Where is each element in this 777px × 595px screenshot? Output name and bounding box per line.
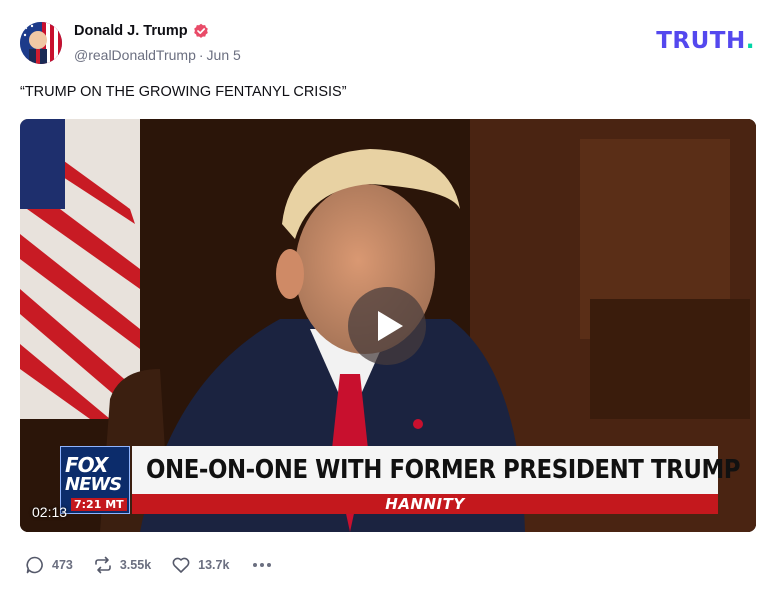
- retruth-arrows-icon: [95, 556, 111, 574]
- chyron-headline: ONE-ON-ONE WITH FORMER PRESIDENT TRUMP: [146, 455, 741, 485]
- network-sub: NEWS: [65, 474, 122, 495]
- more-dots-icon[interactable]: [253, 563, 272, 567]
- play-icon: [377, 311, 403, 341]
- meta-separator: ·: [198, 47, 204, 63]
- more-dot: [253, 563, 258, 567]
- reply-bubble-icon: [26, 556, 43, 574]
- avatar[interactable]: [20, 22, 62, 64]
- fox-news-logo: FOX NEWS 7:21 MT: [60, 446, 130, 514]
- truth-logo[interactable]: TRUTH.: [656, 28, 755, 54]
- post-date[interactable]: Jun 5: [207, 47, 241, 63]
- post-text: “TRUMP ON THE GROWING FENTANYL CRISIS”: [20, 84, 347, 100]
- reply-button[interactable]: 473: [25, 555, 73, 575]
- retruth-count: 3.55k: [119, 558, 152, 572]
- retruth-button[interactable]: 3.55k: [93, 555, 151, 575]
- truth-logo-word: TRUTH: [656, 28, 746, 54]
- author-name-row: Donald J. Trump: [74, 23, 209, 39]
- author-handle[interactable]: @realDonaldTrump: [74, 47, 196, 63]
- video-player[interactable]: FOX NEWS 7:21 MT ONE-ON-ONE WITH FORMER …: [20, 119, 756, 532]
- like-button[interactable]: 13.7k: [171, 555, 229, 575]
- more-dot: [267, 563, 272, 567]
- show-name: HANNITY: [385, 495, 465, 513]
- verified-badge-icon: [193, 23, 208, 38]
- news-lower-third: FOX NEWS 7:21 MT ONE-ON-ONE WITH FORMER …: [60, 446, 741, 514]
- truth-logo-dot: .: [745, 28, 755, 54]
- play-button[interactable]: [348, 287, 426, 365]
- truth-post: Donald J. Trump @realDonaldTrump · Jun 5 T…: [0, 0, 777, 595]
- broadcast-time: 7:21 MT: [71, 498, 127, 511]
- post-header: Donald J. Trump @realDonaldTrump · Jun 5: [20, 20, 760, 68]
- show-bar: HANNITY: [132, 494, 718, 514]
- heart-icon: [172, 557, 190, 573]
- like-count: 13.7k: [198, 558, 230, 572]
- avatar-image: [20, 22, 62, 64]
- more-dot: [260, 563, 265, 567]
- author-meta-row: @realDonaldTrump · Jun 5: [74, 47, 241, 63]
- author-display-name[interactable]: Donald J. Trump: [74, 23, 188, 39]
- headline-bar: ONE-ON-ONE WITH FORMER PRESIDENT TRUMP: [132, 446, 741, 494]
- reply-count: 473: [52, 558, 73, 572]
- video-duration: 02:13: [32, 504, 68, 520]
- post-actions: 473 3.55k 13.7k: [25, 554, 272, 576]
